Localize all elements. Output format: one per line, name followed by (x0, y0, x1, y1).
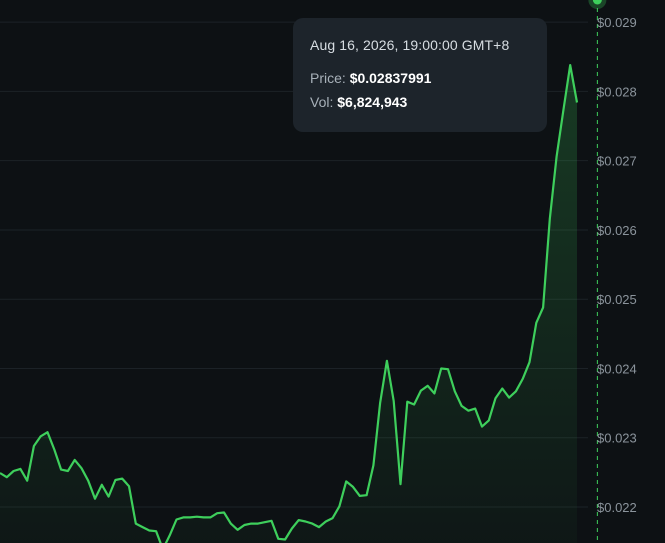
y-tick-label: $0.028 (597, 84, 637, 99)
y-tick-label: $0.029 (597, 15, 637, 30)
tooltip-vol-value: $6,824,943 (337, 94, 408, 110)
tooltip-price-row: Price: $0.02837991 (310, 70, 547, 86)
y-tick-label: $0.023 (597, 431, 637, 446)
tooltip-price-label: Price: (310, 70, 346, 86)
tooltip-vol-label: Vol: (310, 94, 334, 110)
y-axis: $0.029 $0.028 $0.027 $0.026 $0.025 $0.024 $0.0… (597, 15, 637, 515)
y-tick-label: $0.024 (597, 361, 637, 376)
price-tooltip: Aug 16, 2026, 19:00:00 GMT+8 Price: $0.0… (293, 18, 547, 132)
price-area-fill (0, 65, 577, 543)
y-tick-label: $0.025 (597, 292, 637, 307)
price-chart[interactable]: $0.029 $0.028 $0.027 $0.026 $0.025 $0.024 $0.0… (0, 0, 665, 543)
y-tick-label: $0.026 (597, 223, 637, 238)
tooltip-price-value: $0.02837991 (349, 70, 432, 86)
y-tick-label: $0.027 (597, 154, 637, 169)
tooltip-timestamp: Aug 16, 2026, 19:00:00 GMT+8 (310, 37, 510, 53)
y-tick-label: $0.022 (597, 500, 637, 515)
tooltip-vol-row: Vol: $6,824,943 (310, 94, 547, 110)
